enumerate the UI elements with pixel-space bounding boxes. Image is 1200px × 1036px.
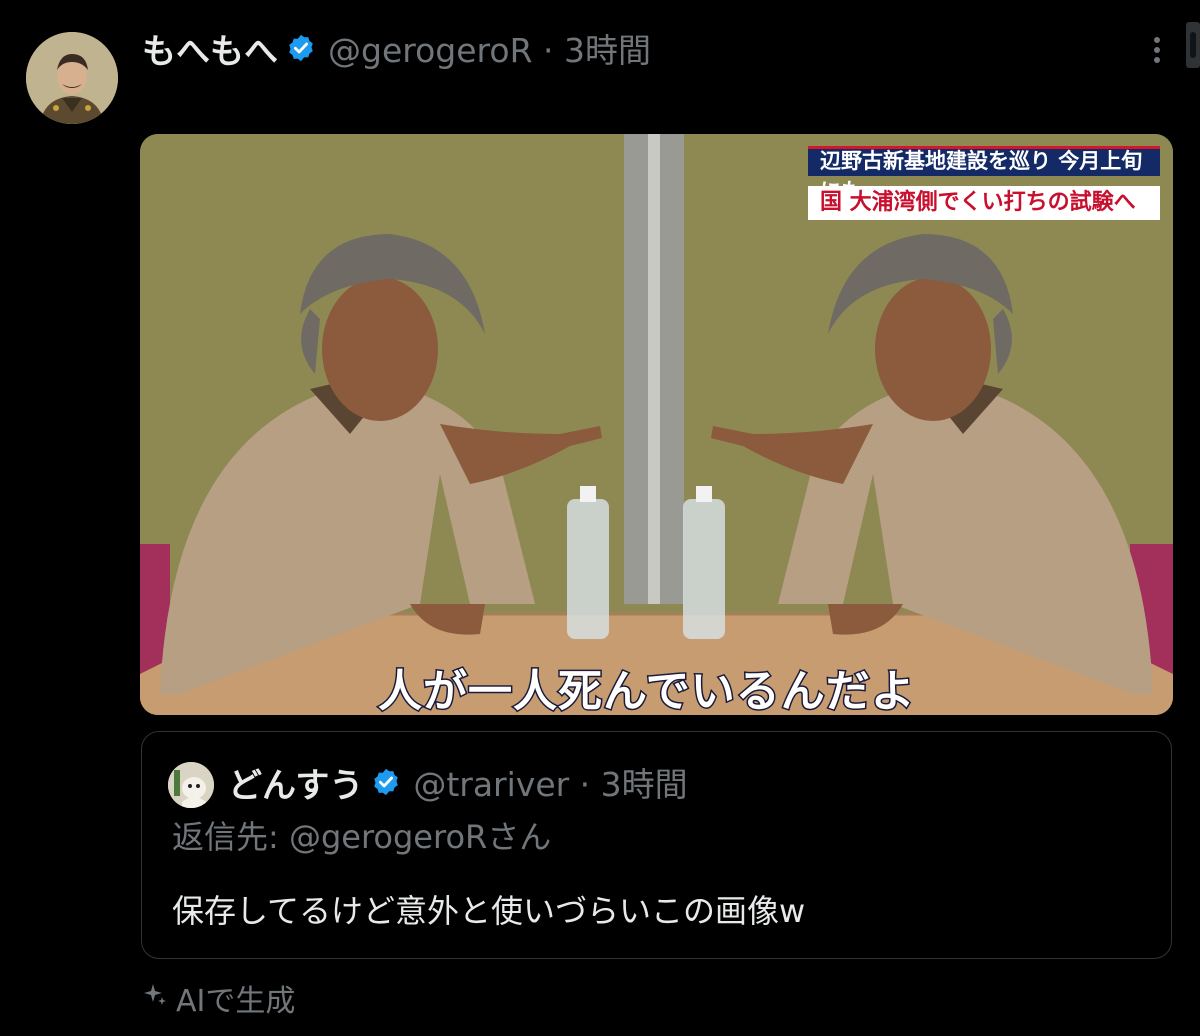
image-subtitle: 人が一人死んでいるんだよ xyxy=(377,665,917,716)
verified-badge-icon xyxy=(371,767,401,797)
author-display-name[interactable]: もへもへ xyxy=(142,24,278,73)
author-handle-timestamp[interactable]: @gerogeroR · 3時間 xyxy=(328,24,651,72)
sparkle-icon xyxy=(142,981,168,1016)
verified-badge-icon xyxy=(286,33,316,63)
quoted-post-text: 保存してるけど意外と使いづらいこの画像w xyxy=(172,892,806,930)
more-vertical-icon[interactable] xyxy=(1140,30,1174,70)
news-ticker-top: 辺野古新基地建設を巡り 今月上旬にも xyxy=(808,146,1160,203)
quoted-author-display-name[interactable]: どんすう xyxy=(228,758,363,807)
quoted-author-handle-timestamp[interactable]: @trariver · 3時間 xyxy=(413,758,687,806)
post-header: もへもへ @gerogeroR · 3時間 xyxy=(142,22,651,74)
scrollbar[interactable] xyxy=(1186,22,1200,68)
reply-to-label: 返信先: @gerogeroRさん xyxy=(172,818,552,856)
news-scene-image xyxy=(140,134,1173,715)
post-image[interactable]: 辺野古新基地建設を巡り 今月上旬にも 国 大浦湾側でくい打ちの試験へ 人が一人死… xyxy=(140,134,1173,715)
quoted-post[interactable]: どんすう @trariver · 3時間 返信先: @gerogeroRさん 保… xyxy=(141,731,1172,959)
author-avatar[interactable] xyxy=(26,32,118,124)
quoted-author-avatar[interactable] xyxy=(168,762,214,808)
ai-generated-label[interactable]: AIで生成 xyxy=(142,976,295,1020)
ai-label-text: AIで生成 xyxy=(176,984,296,1019)
quoted-post-header: どんすう @trariver · 3時間 xyxy=(228,756,688,808)
news-ticker-bottom: 国 大浦湾側でくい打ちの試験へ xyxy=(808,186,1160,220)
